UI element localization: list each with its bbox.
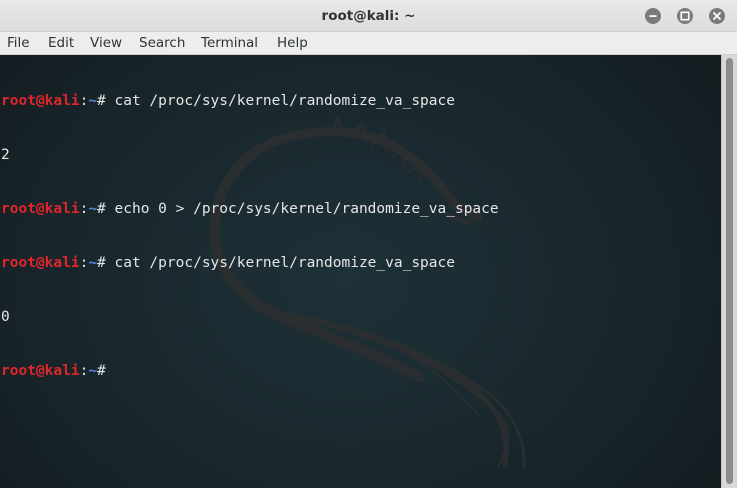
terminal-area[interactable]: root@kali:~# cat /proc/sys/kernel/random…	[0, 55, 721, 488]
close-icon	[709, 8, 725, 24]
command-text: cat /proc/sys/kernel/randomize_va_space	[114, 93, 455, 109]
scrollbar-thumb[interactable]	[726, 58, 733, 484]
menu-search[interactable]: Search	[139, 32, 185, 55]
prompt-separator: :	[79, 363, 89, 379]
prompt-line: root@kali:~# cat /proc/sys/kernel/random…	[1, 254, 499, 272]
menu-file[interactable]: File	[7, 32, 30, 55]
minimize-icon	[645, 8, 661, 24]
prompt-path: ~	[88, 363, 98, 379]
terminal-output: root@kali:~# cat /proc/sys/kernel/random…	[1, 56, 499, 416]
prompt-user: root@kali	[1, 93, 80, 109]
command-text: echo 0 > /proc/sys/kernel/randomize_va_s…	[114, 201, 499, 217]
minimize-button[interactable]	[645, 8, 661, 24]
text-cursor	[115, 362, 123, 377]
prompt-user: root@kali	[1, 255, 80, 271]
output-line: 2	[1, 146, 499, 164]
vertical-scrollbar[interactable]	[721, 55, 737, 488]
prompt-path: ~	[88, 93, 98, 109]
prompt-path: ~	[88, 255, 98, 271]
prompt-user: root@kali	[1, 363, 80, 379]
window-title: root@kali: ~	[321, 8, 416, 24]
prompt-symbol: #	[97, 201, 115, 217]
prompt-separator: :	[79, 255, 89, 271]
prompt-line: root@kali:~# echo 0 > /proc/sys/kernel/r…	[1, 200, 499, 218]
command-text: cat /proc/sys/kernel/randomize_va_space	[114, 255, 455, 271]
prompt-path: ~	[88, 201, 98, 217]
output-text: 2	[1, 147, 10, 163]
maximize-icon	[677, 8, 693, 24]
menu-edit[interactable]: Edit	[48, 32, 74, 55]
menu-terminal[interactable]: Terminal	[201, 32, 258, 55]
output-text: 0	[1, 309, 10, 325]
prompt-line: root@kali:~#	[1, 362, 499, 380]
prompt-separator: :	[79, 201, 89, 217]
title-bar[interactable]: root@kali: ~	[0, 0, 737, 32]
prompt-symbol: #	[97, 363, 115, 379]
terminal-window: root@kali: ~ File Edit View Search Termi…	[0, 0, 737, 488]
prompt-symbol: #	[97, 255, 115, 271]
menu-view[interactable]: View	[90, 32, 122, 55]
prompt-line: root@kali:~# cat /proc/sys/kernel/random…	[1, 92, 499, 110]
prompt-symbol: #	[97, 93, 115, 109]
output-line: 0	[1, 308, 499, 326]
close-button[interactable]	[709, 8, 725, 24]
prompt-separator: :	[79, 93, 89, 109]
menu-help[interactable]: Help	[277, 32, 308, 55]
prompt-user: root@kali	[1, 201, 80, 217]
menu-bar: File Edit View Search Terminal Help	[0, 32, 737, 55]
maximize-button[interactable]	[677, 8, 693, 24]
